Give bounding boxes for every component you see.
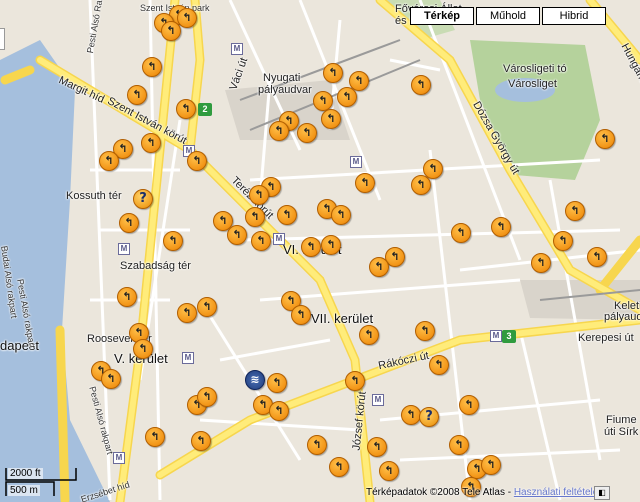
poi-marker-icon[interactable]: ↰ [359, 325, 379, 345]
scale-label-m: 500 m [8, 485, 40, 496]
poi-marker-icon[interactable]: ↰ [321, 109, 341, 129]
label-kossuth-ter: Kossuth tér [66, 190, 122, 202]
poi-marker-icon[interactable]: ↰ [297, 123, 317, 143]
poi-marker-icon[interactable]: ↰ [251, 231, 271, 251]
metro-icon[interactable]: M [118, 243, 130, 255]
poi-marker-icon[interactable]: ↰ [127, 85, 147, 105]
label-varosliget: Városliget [508, 78, 557, 90]
poi-marker-icon[interactable]: ↰ [329, 457, 349, 477]
map-type-muhold-button[interactable]: Műhold [476, 7, 540, 25]
poi-marker-icon[interactable]: ↰ [163, 231, 183, 251]
special-poi-icon[interactable]: ≋ [245, 370, 265, 390]
metro-icon[interactable]: M [182, 352, 194, 364]
poi-marker-icon[interactable]: ↰ [277, 205, 297, 225]
poi-marker-icon[interactable]: ↰ [119, 213, 139, 233]
poi-marker-icon[interactable]: ↰ [269, 401, 289, 421]
poi-marker-icon[interactable]: ↰ [553, 231, 573, 251]
poi-marker-icon[interactable]: ↰ [331, 205, 351, 225]
poi-marker-icon[interactable]: ↰ [345, 371, 365, 391]
question-marker-icon[interactable]: ? [133, 189, 153, 209]
label-keleti-palyaudvar: pályaudvar [604, 311, 640, 323]
metro-icon[interactable]: M [231, 43, 243, 55]
poi-marker-icon[interactable]: ↰ [187, 151, 207, 171]
poi-marker-icon[interactable]: ↰ [191, 431, 211, 451]
copyright-text: Térképadatok ©2008 Tele Atlas - [366, 487, 514, 498]
poi-marker-icon[interactable]: ↰ [161, 21, 181, 41]
poi-marker-icon[interactable]: ↰ [379, 461, 399, 481]
poi-marker-icon[interactable]: ↰ [595, 129, 615, 149]
map-logo-icon: ◧ [594, 486, 610, 500]
poi-marker-icon[interactable]: ↰ [415, 321, 435, 341]
map-canvas[interactable]: Szent István park Fővárosi Állat és Növ … [0, 0, 640, 502]
poi-marker-icon[interactable]: ↰ [141, 133, 161, 153]
poi-marker-icon[interactable]: ↰ [323, 63, 343, 83]
poi-marker-icon[interactable]: ↰ [117, 287, 137, 307]
poi-marker-icon[interactable]: ↰ [245, 207, 265, 227]
label-szabadsag-ter: Szabadság tér [120, 260, 191, 272]
label-uti-sirk: úti Sírk [604, 426, 639, 438]
poi-marker-icon[interactable]: ↰ [99, 151, 119, 171]
poi-marker-icon[interactable]: ↰ [565, 201, 585, 221]
poi-marker-icon[interactable]: ↰ [145, 427, 165, 447]
label-fiumei: Fiume [606, 414, 637, 426]
poi-marker-icon[interactable]: ↰ [177, 8, 197, 28]
poi-marker-icon[interactable]: ↰ [269, 121, 289, 141]
metro-icon[interactable]: M [273, 233, 285, 245]
terms-link[interactable]: Használati feltételek [514, 487, 604, 498]
poi-marker-icon[interactable]: ↰ [481, 455, 501, 475]
poi-marker-icon[interactable]: ↰ [321, 235, 341, 255]
poi-marker-icon[interactable]: ↰ [587, 247, 607, 267]
poi-marker-icon[interactable]: ↰ [337, 87, 357, 107]
poi-marker-icon[interactable]: ↰ [411, 75, 431, 95]
poi-marker-icon[interactable]: ↰ [531, 253, 551, 273]
poi-marker-icon[interactable]: ↰ [142, 57, 162, 77]
label-kerepesi-ut: Kerepesi út [578, 332, 634, 344]
map-type-hibrid-button[interactable]: Hibrid [542, 7, 606, 25]
poi-marker-icon[interactable]: ↰ [101, 369, 121, 389]
poi-marker-icon[interactable]: ↰ [369, 257, 389, 277]
poi-marker-icon[interactable]: ↰ [249, 185, 269, 205]
poi-marker-icon[interactable]: ↰ [429, 355, 449, 375]
varosliget-park [470, 40, 600, 180]
poi-marker-icon[interactable]: ↰ [307, 435, 327, 455]
scale-bar: 2000 ft 500 m [4, 466, 124, 498]
metro-icon[interactable]: M [372, 394, 384, 406]
poi-marker-icon[interactable]: ↰ [367, 437, 387, 457]
poi-marker-icon[interactable]: ↰ [227, 225, 247, 245]
copyright-notice: Térképadatok ©2008 Tele Atlas - Használa… [366, 487, 603, 498]
map-type-control: Térkép Műhold Hibrid [408, 7, 606, 25]
poi-marker-icon[interactable]: ↰ [449, 435, 469, 455]
label-nyugati-palyaudvar: pályaudvar [258, 84, 312, 96]
metro-icon[interactable]: M [113, 452, 125, 464]
label-nyugati: Nyugati [263, 72, 301, 84]
poi-marker-icon[interactable]: ↰ [459, 395, 479, 415]
poi-marker-icon[interactable]: ↰ [291, 305, 311, 325]
poi-marker-icon[interactable]: ↰ [267, 373, 287, 393]
poi-marker-icon[interactable]: ↰ [176, 99, 196, 119]
poi-marker-icon[interactable]: ↰ [177, 303, 197, 323]
scale-label-ft: 2000 ft [8, 468, 43, 479]
poi-marker-icon[interactable]: ↰ [355, 173, 375, 193]
poi-marker-icon[interactable]: ↰ [197, 387, 217, 407]
label-varosligeti-to: Városligeti tó [503, 63, 567, 75]
metro-icon[interactable]: M [490, 330, 502, 342]
poi-marker-icon[interactable]: ↰ [133, 339, 153, 359]
pan-control-edge[interactable] [0, 28, 5, 50]
poi-marker-icon[interactable]: ↰ [301, 237, 321, 257]
metro-icon[interactable]: M [350, 156, 362, 168]
poi-marker-icon[interactable]: ↰ [423, 159, 443, 179]
road-shield-3: 3 [502, 330, 516, 343]
poi-marker-icon[interactable]: ↰ [401, 405, 421, 425]
question-marker-icon[interactable]: ? [419, 407, 439, 427]
poi-marker-icon[interactable]: ↰ [451, 223, 471, 243]
poi-marker-icon[interactable]: ↰ [197, 297, 217, 317]
road-shield-2: 2 [198, 103, 212, 116]
poi-marker-icon[interactable]: ↰ [313, 91, 333, 111]
map-type-terkep-button[interactable]: Térkép [410, 7, 474, 25]
poi-marker-icon[interactable]: ↰ [491, 217, 511, 237]
label-vii-kerulet: VII. kerület [311, 311, 374, 326]
